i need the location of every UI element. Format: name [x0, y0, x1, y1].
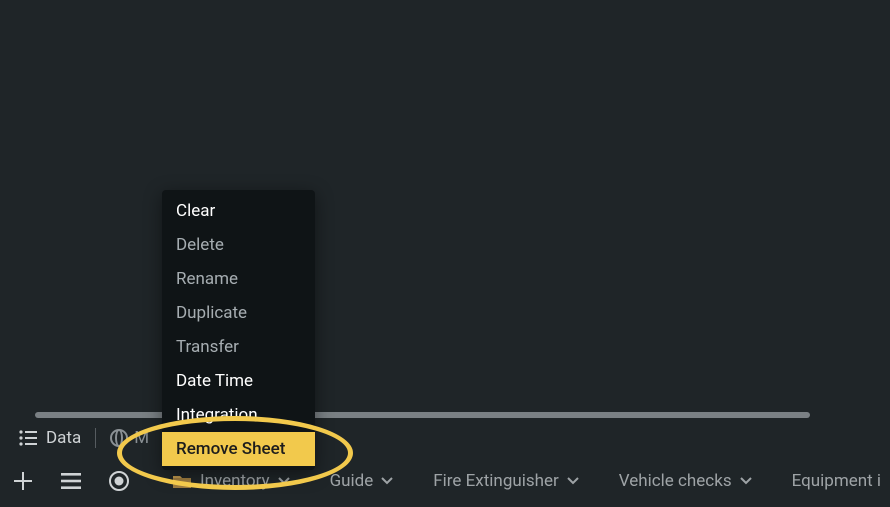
chevron-down-icon: [740, 477, 752, 485]
menu-item-duplicate[interactable]: Duplicate: [162, 296, 315, 330]
folder-icon: [172, 473, 192, 489]
menu-item-remove-sheet[interactable]: Remove Sheet: [162, 432, 315, 466]
menu-item-clear[interactable]: Clear: [162, 194, 315, 228]
mode-bar: Data M: [0, 421, 890, 455]
secondary-mode-button[interactable]: M: [110, 428, 149, 448]
list-icon: [18, 430, 38, 446]
sheet-tab-bar: Inventory Guide Fire Extinguisher Vehicl…: [0, 455, 890, 507]
sheet-context-menu: Clear Delete Rename Duplicate Transfer D…: [162, 190, 315, 470]
tab-label: Vehicle checks: [619, 471, 732, 491]
sheet-list-button[interactable]: [60, 472, 82, 490]
secondary-mode-label-partial: M: [134, 428, 149, 448]
tab-label: Inventory: [200, 471, 270, 491]
tab-label: Fire Extinguisher: [433, 471, 559, 491]
menu-item-transfer[interactable]: Transfer: [162, 330, 315, 364]
add-sheet-button[interactable]: [12, 470, 34, 492]
data-mode-label: Data: [46, 428, 81, 448]
chevron-down-icon: [381, 477, 393, 485]
sheet-tabs: Inventory Guide Fire Extinguisher Vehicl…: [172, 471, 881, 491]
globe-icon: [110, 429, 128, 447]
tab-inventory[interactable]: Inventory: [172, 471, 290, 491]
tab-guide[interactable]: Guide: [330, 471, 394, 491]
menu-item-integration[interactable]: Integration: [162, 398, 315, 432]
tab-fire-extinguisher[interactable]: Fire Extinguisher: [433, 471, 579, 491]
menu-item-delete[interactable]: Delete: [162, 228, 315, 262]
menu-item-date-time[interactable]: Date Time: [162, 364, 315, 398]
data-mode-button[interactable]: Data: [18, 428, 81, 448]
record-button[interactable]: [108, 470, 130, 492]
horizontal-scrollbar-thumb[interactable]: [35, 412, 810, 418]
tab-label: Guide: [330, 471, 374, 491]
tab-label: Equipment i: [792, 471, 881, 491]
tab-vehicle-checks[interactable]: Vehicle checks: [619, 471, 752, 491]
chevron-down-icon: [567, 477, 579, 485]
menu-item-rename[interactable]: Rename: [162, 262, 315, 296]
chevron-down-icon: [278, 477, 290, 485]
divider: [95, 428, 96, 448]
tab-equipment-partial[interactable]: Equipment i: [792, 471, 881, 491]
